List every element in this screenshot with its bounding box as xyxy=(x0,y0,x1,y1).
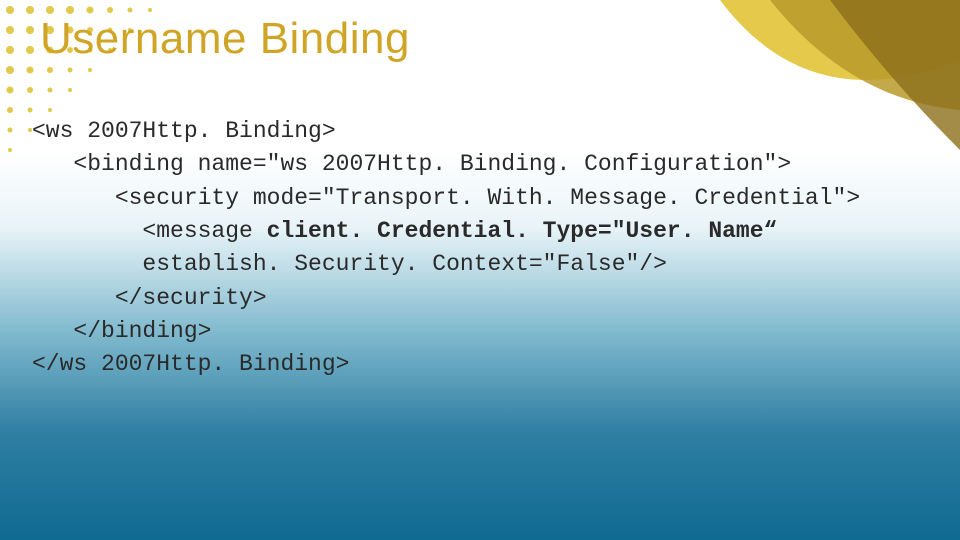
code-line: <ws 2007Http. Binding> xyxy=(32,118,336,144)
code-line: </ws 2007Http. Binding> xyxy=(32,351,349,377)
code-line: <binding name="ws 2007Http. Binding. Con… xyxy=(32,151,791,177)
slide-title: Username Binding xyxy=(40,14,410,64)
code-block: <ws 2007Http. Binding> <binding name="ws… xyxy=(32,115,920,382)
code-line: <security mode="Transport. With. Message… xyxy=(32,185,860,211)
code-line: </binding> xyxy=(32,318,211,344)
code-bold: client. Credential. Type="User. Name“ xyxy=(267,218,778,244)
code-line: </security> xyxy=(32,285,267,311)
code-line: establish. Security. Context="False"/> xyxy=(32,251,667,277)
code-line: <message xyxy=(32,218,267,244)
slide: Username Binding <ws 2007Http. Binding> … xyxy=(0,0,960,540)
